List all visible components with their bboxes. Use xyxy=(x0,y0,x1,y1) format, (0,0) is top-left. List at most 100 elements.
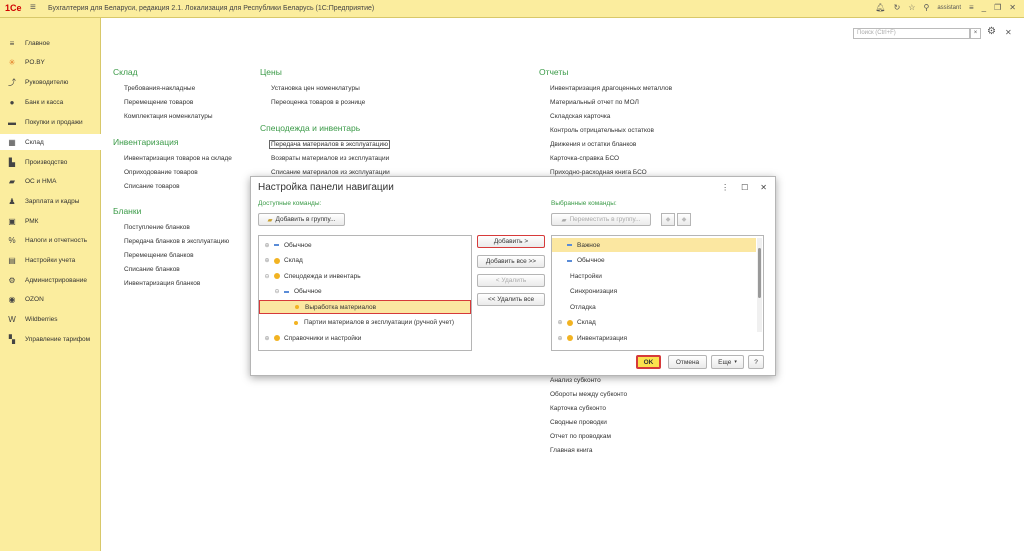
scrollbar[interactable] xyxy=(757,238,762,332)
add-button[interactable]: Добавить > xyxy=(477,235,545,248)
sidebar-item-1[interactable]: ✳ PO.BY xyxy=(0,54,101,70)
expand-icon[interactable]: ⊕ xyxy=(263,242,271,249)
link-report-9[interactable]: Карточка субконто xyxy=(550,405,606,412)
sidebar-item-11[interactable]: ▤ Настройки учета xyxy=(0,252,101,268)
dialog-close-icon[interactable]: ✕ xyxy=(760,183,767,192)
link-report-10[interactable]: Сводные проводки xyxy=(550,419,607,426)
link-report-4[interactable]: Движения и остатки бланков xyxy=(550,141,636,148)
tree-row[interactable]: ⊕ Инвентаризация xyxy=(552,331,756,345)
link-report-0[interactable]: Инвентаризация драгоценных металлов xyxy=(550,85,672,92)
link-postuplenie-blankov[interactable]: Поступление бланков xyxy=(124,224,190,231)
tree-row[interactable]: Отладка xyxy=(552,300,756,314)
move-up-icon[interactable]: ◆ xyxy=(661,213,675,226)
sidebar-item-2[interactable]: ⤴ Руководителю xyxy=(0,74,101,90)
history-icon[interactable]: ↻ xyxy=(894,3,901,12)
move-down-icon[interactable]: ◆ xyxy=(677,213,691,226)
close-page-icon[interactable]: ✕ xyxy=(1005,28,1012,37)
sidebar-item-0[interactable]: ≡ Главное xyxy=(0,35,101,51)
remove-button[interactable]: < Удалить xyxy=(477,274,545,287)
link-report-6[interactable]: Приходно-расходная книга БСО xyxy=(550,169,647,176)
more-button[interactable]: Еще ▾ xyxy=(711,355,744,369)
expand-icon[interactable]: ⊕ xyxy=(556,319,564,326)
sidebar-item-14[interactable]: W Wildberries xyxy=(0,311,101,327)
tree-row[interactable]: Обычное xyxy=(552,254,756,268)
sidebar-item-3[interactable]: ● Банк и касса xyxy=(0,94,101,110)
restore-icon[interactable]: ❐ xyxy=(994,3,1001,12)
link-report-3[interactable]: Контроль отрицательных остатков xyxy=(550,127,654,134)
link-report-2[interactable]: Складская карточка xyxy=(550,113,610,120)
link-oprihodovanie[interactable]: Оприходование товаров xyxy=(124,169,198,176)
hamburger-menu-icon[interactable]: ≡ xyxy=(30,2,36,13)
settings-menu-icon[interactable]: ≡ xyxy=(969,3,974,12)
maximize-icon[interactable]: ☐ xyxy=(741,183,748,192)
ok-button[interactable]: OK xyxy=(636,355,661,369)
add-to-group-button[interactable]: ▰ Добавить в группу... xyxy=(258,213,345,226)
link-inventar-blankov[interactable]: Инвентаризация бланков xyxy=(124,280,200,287)
sidebar-item-5[interactable]: ▦ Склад xyxy=(0,134,101,150)
sidebar-item-4[interactable]: ▬ Покупки и продажи xyxy=(0,114,101,130)
tree-row[interactable]: ⊖ Спецодежда и инвентарь xyxy=(259,269,471,283)
user-name[interactable]: assistant xyxy=(937,5,961,11)
link-report-7[interactable]: Анализ субконто xyxy=(550,377,601,384)
move-to-group-button[interactable]: ▰ Переместить в группу... xyxy=(551,213,651,226)
link-report-1[interactable]: Материальный отчет по МОЛ xyxy=(550,99,639,106)
link-inventar-tovarov[interactable]: Инвентаризация товаров на складе xyxy=(124,155,232,162)
link-vozvraty-materialov[interactable]: Возвраты материалов из эксплуатации xyxy=(271,155,389,162)
tree-row[interactable]: Партии материалов в эксплуатации (ручной… xyxy=(259,316,471,330)
sidebar-item-15[interactable]: ▚ Управление тарифом xyxy=(0,331,101,347)
tree-row[interactable]: ⊕ Склад xyxy=(259,254,471,268)
tree-row[interactable]: ⊕ Склад xyxy=(552,316,756,330)
link-report-12[interactable]: Главная книга xyxy=(550,447,592,454)
link-peremeshchenie[interactable]: Перемещение товаров xyxy=(124,99,193,106)
link-komplektaciya[interactable]: Комплектация номенклатуры xyxy=(124,113,213,120)
cancel-button[interactable]: Отмена xyxy=(668,355,707,369)
sidebar-item-8[interactable]: ♟ Зарплата и кадры xyxy=(0,193,101,209)
more-vert-icon[interactable]: ⋮ xyxy=(721,183,729,192)
sidebar-item-13[interactable]: ◉ OZON xyxy=(0,291,101,307)
tree-row[interactable]: Выработка материалов xyxy=(259,300,471,314)
collapse-icon[interactable]: ⊖ xyxy=(273,288,281,295)
search-clear-icon[interactable]: × xyxy=(970,28,981,39)
remove-all-button[interactable]: << Удалить все xyxy=(477,293,545,306)
sidebar-item-9[interactable]: ▣ РМК xyxy=(0,213,101,229)
search-input[interactable]: Поиск (Ctrl+F) xyxy=(853,28,970,39)
sidebar-item-12[interactable]: ⚙ Администрирование xyxy=(0,272,101,288)
help-button[interactable]: ? xyxy=(748,355,764,369)
sections-sidebar: ≡ Главное ✳ PO.BY ⤴ Руководителю ● Банк и касса… xyxy=(0,18,101,551)
tree-row[interactable]: Важное xyxy=(552,238,756,252)
tree-row[interactable]: ⊕ Обычное xyxy=(259,238,471,252)
link-spisanie-blankov[interactable]: Списание бланков xyxy=(124,266,180,273)
sidebar-item-10[interactable]: % Налоги и отчетность xyxy=(0,232,101,248)
link-spisanie-materialov[interactable]: Списание материалов из эксплуатации xyxy=(271,169,390,176)
search-icon[interactable]: ⚲ xyxy=(923,3,929,12)
expand-icon[interactable]: ⊕ xyxy=(263,335,271,342)
expand-icon[interactable]: ⊕ xyxy=(263,257,271,264)
minimize-icon[interactable]: _ xyxy=(982,3,986,12)
available-commands-list[interactable]: ⊕ Обычное ⊕ Склад ⊖ Спецодежда и инвентарь ⊖ Об… xyxy=(258,235,472,351)
add-all-button[interactable]: Добавить все >> xyxy=(477,255,545,268)
star-icon[interactable]: ☆ xyxy=(908,3,915,12)
sidebar-item-6[interactable]: ▙ Производство xyxy=(0,154,101,170)
link-report-5[interactable]: Карточка-справка БСО xyxy=(550,155,619,162)
link-ustanovka-cen[interactable]: Установка цен номенклатуры xyxy=(271,85,360,92)
tree-row[interactable]: ⊕ Справочники и настройки xyxy=(259,331,471,345)
link-report-11[interactable]: Отчет по проводкам xyxy=(550,433,611,440)
link-pereocenka[interactable]: Переоценка товаров в рознице xyxy=(271,99,365,106)
link-trebovaniya[interactable]: Требования-накладные xyxy=(124,85,195,92)
collapse-icon[interactable]: ⊖ xyxy=(263,273,271,280)
link-peredacha-materialov[interactable]: Передача материалов в эксплуатацию xyxy=(269,140,390,149)
link-peredacha-blankov[interactable]: Передача бланков в эксплуатацию xyxy=(124,238,229,245)
bell-icon[interactable]: 🔔︎ xyxy=(875,3,885,12)
link-spisanie-tovarov[interactable]: Списание товаров xyxy=(124,183,180,190)
expand-icon[interactable]: ⊕ xyxy=(556,335,564,342)
close-icon[interactable]: ✕ xyxy=(1009,3,1016,12)
sidebar-item-7[interactable]: ▰ ОС и НМА xyxy=(0,173,101,189)
scrollbar-thumb[interactable] xyxy=(758,248,761,298)
link-peremeshchenie-blankov[interactable]: Перемещение бланков xyxy=(124,252,194,259)
selected-commands-list[interactable]: Важное Обычное Настройки Синхронизация Отлад… xyxy=(551,235,764,351)
tree-row[interactable]: Настройки xyxy=(552,269,756,283)
tree-row[interactable]: ⊖ Обычное xyxy=(259,285,471,299)
tree-row[interactable]: Синхронизация xyxy=(552,285,756,299)
gear-icon[interactable]: ⚙ xyxy=(987,26,996,37)
link-report-8[interactable]: Обороты между субконто xyxy=(550,391,627,398)
